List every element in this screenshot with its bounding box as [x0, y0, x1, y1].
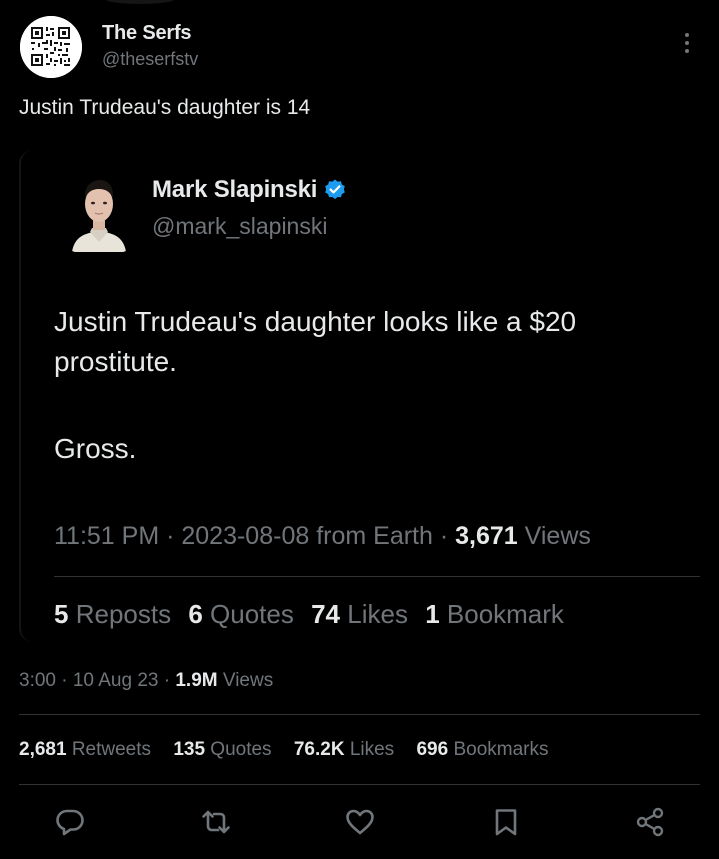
likes-stat[interactable]: 76.2K Likes — [294, 739, 394, 760]
more-options-icon[interactable] — [680, 30, 694, 56]
quoted-tweet-meta: 11:51 PM · 2023-08-08 from Earth · 3,671… — [54, 522, 591, 551]
stats-divider — [19, 784, 700, 785]
like-icon[interactable] — [344, 806, 376, 838]
author-name[interactable]: The Serfs — [102, 22, 192, 45]
retweet-icon[interactable] — [200, 806, 232, 838]
quoted-tweet-card[interactable] — [19, 150, 35, 642]
quoted-reposts-count: 5 — [54, 599, 69, 629]
quotes-stat[interactable]: 135 Quotes — [173, 739, 271, 760]
tweet-views-label: Views — [217, 670, 274, 691]
quotes-count: 135 — [173, 739, 206, 760]
meta-divider — [19, 714, 700, 715]
share-icon[interactable] — [634, 806, 666, 838]
quoted-author-name[interactable]: Mark Slapinski — [152, 176, 317, 204]
tweet-views-count: 1.9M — [175, 670, 218, 691]
tweet-stats: 2,681 Retweets 135 Quotes 76.2K Likes 69… — [19, 739, 565, 761]
quoted-views-count: 3,671 — [455, 522, 518, 550]
quoted-tweet-stats: 5 Reposts 6 Quotes 74 Likes 1 Bookmark — [54, 599, 574, 630]
quoted-tweet-text: Justin Trudeau's daughter looks like a $… — [54, 302, 684, 469]
quoted-author-avatar[interactable] — [68, 172, 130, 252]
quoted-quotes-label: Quotes — [210, 599, 294, 629]
quoted-divider — [54, 576, 700, 577]
retweets-stat[interactable]: 2,681 Retweets — [19, 739, 151, 760]
quoted-bookmarks-stat[interactable]: 1 Bookmark — [425, 599, 564, 629]
quoted-quotes-count: 6 — [188, 599, 203, 629]
quoted-views-label: Views — [517, 522, 591, 550]
quoted-bookmarks-label: Bookmark — [446, 599, 564, 629]
bookmarks-stat[interactable]: 696 Bookmarks — [416, 739, 548, 760]
bookmarks-count: 696 — [416, 739, 449, 760]
reply-icon[interactable] — [54, 806, 86, 838]
qr-code-avatar[interactable] — [20, 16, 82, 78]
quoted-bookmarks-count: 1 — [425, 599, 440, 629]
quoted-likes-stat[interactable]: 74 Likes — [311, 599, 408, 629]
likes-label: Likes — [349, 739, 395, 760]
quoted-likes-label: Likes — [347, 599, 408, 629]
tweet-detail-page: The Serfs @theserfstv Justin Trudeau's d… — [0, 0, 719, 859]
quoted-reposts-label: Reposts — [75, 599, 172, 629]
tweet-text: Justin Trudeau's daughter is 14 — [19, 96, 311, 119]
tweet-timestamp[interactable]: 3:00 · 10 Aug 23 · — [19, 670, 175, 691]
quoted-timestamp[interactable]: 11:51 PM · 2023-08-08 from Earth · — [54, 522, 455, 550]
bookmarks-label: Bookmarks — [453, 739, 549, 760]
retweets-count: 2,681 — [19, 739, 67, 760]
quotes-label: Quotes — [210, 739, 272, 760]
quoted-likes-count: 74 — [311, 599, 341, 629]
top-edge-shadow — [105, 0, 175, 4]
tweet-meta: 3:00 · 10 Aug 23 · 1.9M Views — [19, 670, 273, 692]
quoted-text-paragraph-2: Gross. — [54, 433, 137, 464]
quoted-author-handle[interactable]: @mark_slapinski — [152, 213, 327, 240]
likes-count: 76.2K — [293, 739, 345, 760]
quoted-author-row: Mark Slapinski — [152, 176, 347, 204]
verified-badge-icon — [323, 178, 347, 202]
retweets-label: Retweets — [71, 739, 152, 760]
author-handle[interactable]: @theserfstv — [102, 49, 198, 70]
quoted-quotes-stat[interactable]: 6 Quotes — [188, 599, 294, 629]
bookmark-icon[interactable] — [490, 806, 522, 838]
quoted-text-paragraph-1: Justin Trudeau's daughter looks like a $… — [54, 306, 577, 377]
quoted-reposts-stat[interactable]: 5 Reposts — [54, 599, 171, 629]
